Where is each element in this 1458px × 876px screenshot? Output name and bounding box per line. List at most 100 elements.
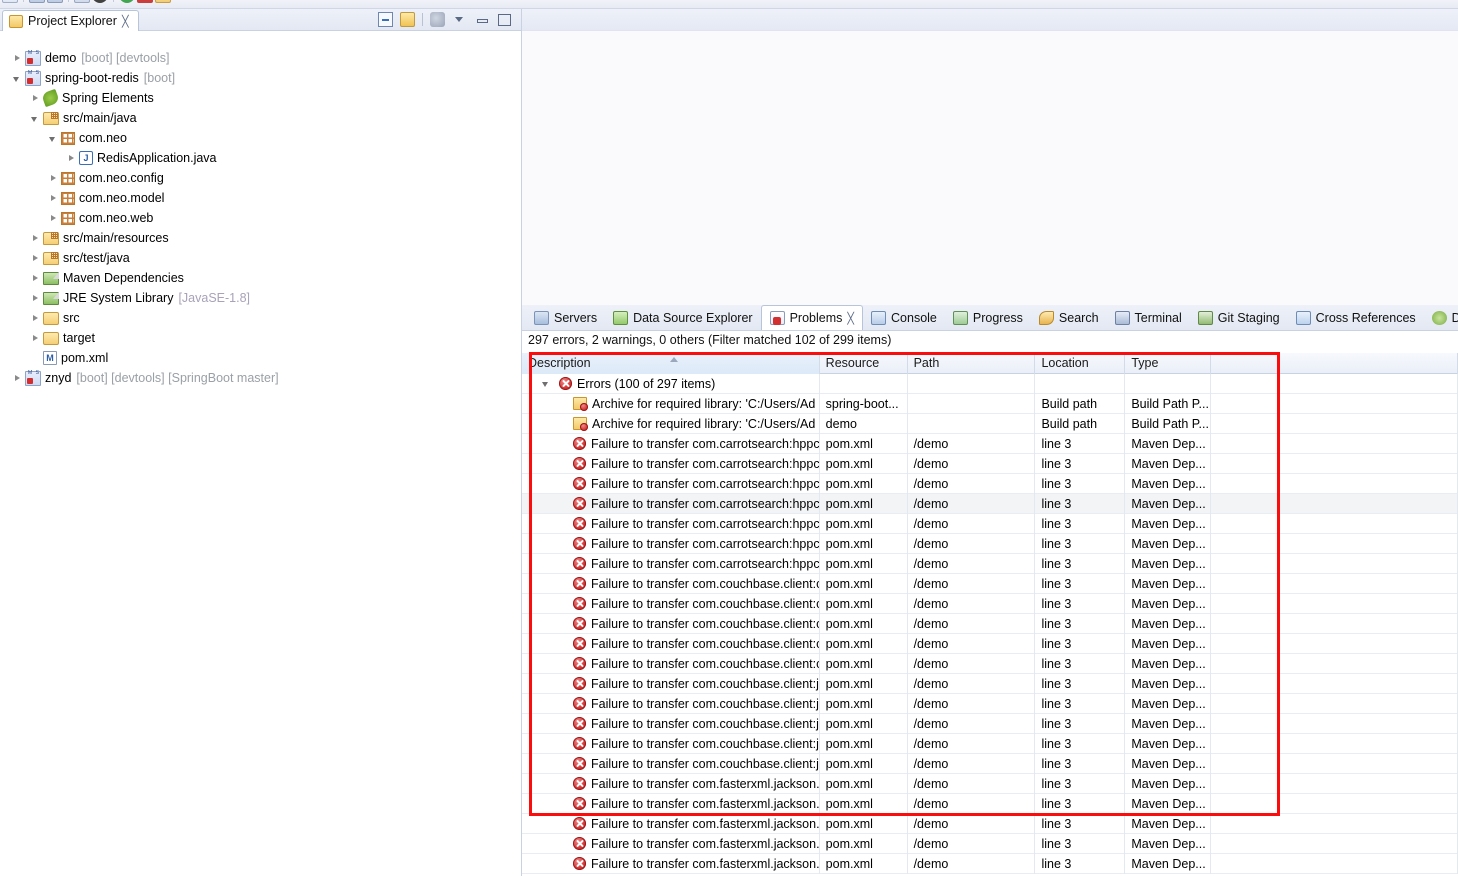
table-row[interactable]: Failure to transfer com.couchbase.client…	[522, 753, 1458, 774]
run-icon[interactable]	[119, 0, 135, 3]
expand-arrow-closed-icon[interactable]	[48, 213, 59, 224]
description-cell[interactable]: Failure to transfer com.fasterxml.jackso…	[522, 813, 820, 834]
stop-icon[interactable]	[137, 0, 153, 3]
tree-item[interactable]: J RedisApplication.java	[0, 148, 521, 168]
description-cell[interactable]: Failure to transfer com.carrotsearch:hpp…	[522, 493, 820, 514]
description-cell[interactable]: Failure to transfer com.couchbase.client…	[522, 753, 820, 774]
tab-terminal[interactable]: Terminal	[1107, 306, 1190, 330]
tree-item[interactable]: com.neo.config	[0, 168, 521, 188]
description-cell[interactable]: Failure to transfer com.fasterxml.jackso…	[522, 773, 820, 794]
description-cell[interactable]: Failure to transfer com.couchbase.client…	[522, 593, 820, 614]
print-icon[interactable]	[74, 0, 90, 3]
project-tree[interactable]: demo [boot] [devtools] spring-boot-redis [b…	[0, 40, 521, 876]
expand-arrow-closed-icon[interactable]	[12, 53, 23, 64]
description-cell[interactable]: Failure to transfer com.carrotsearch:hpp…	[522, 453, 820, 474]
column-header-type[interactable]: Type	[1125, 353, 1212, 374]
debug-icon[interactable]	[92, 0, 108, 3]
table-row[interactable]: Failure to transfer com.carrotsearch:hpp…	[522, 433, 1458, 454]
table-row[interactable]: Failure to transfer com.carrotsearch:hpp…	[522, 553, 1458, 574]
expand-arrow-open-icon[interactable]	[48, 133, 59, 144]
table-row[interactable]: Failure to transfer com.fasterxml.jackso…	[522, 793, 1458, 814]
expand-arrow-closed-icon[interactable]	[30, 313, 41, 324]
table-row[interactable]: Archive for required library: 'C:/Users/…	[522, 413, 1458, 434]
description-cell[interactable]: Failure to transfer com.couchbase.client…	[522, 673, 820, 694]
problems-group-row[interactable]: Errors (100 of 297 items)	[522, 373, 1458, 394]
table-row[interactable]: Failure to transfer com.fasterxml.jackso…	[522, 853, 1458, 874]
table-row[interactable]: Failure to transfer com.fasterxml.jackso…	[522, 833, 1458, 854]
tree-item[interactable]: src/test/java	[0, 248, 521, 268]
tab-servers[interactable]: Servers	[526, 306, 605, 330]
description-cell[interactable]: Failure to transfer com.couchbase.client…	[522, 653, 820, 674]
table-row[interactable]: Failure to transfer com.carrotsearch:hpp…	[522, 453, 1458, 474]
table-row[interactable]: Failure to transfer com.couchbase.client…	[522, 733, 1458, 754]
table-row[interactable]: Failure to transfer com.fasterxml.jackso…	[522, 773, 1458, 794]
table-row[interactable]: Failure to transfer com.carrotsearch:hpp…	[522, 513, 1458, 534]
column-header-description[interactable]: Description	[522, 353, 820, 374]
tab-problems[interactable]: Problems ╳	[760, 305, 864, 330]
table-row[interactable]: Archive for required library: 'C:/Users/…	[522, 393, 1458, 414]
tab-data-source-explorer[interactable]: Data Source Explorer	[605, 306, 761, 330]
column-header-resource[interactable]: Resource	[820, 353, 908, 374]
description-cell[interactable]: Failure to transfer com.couchbase.client…	[522, 573, 820, 594]
expand-arrow-closed-icon[interactable]	[12, 373, 23, 384]
tree-item[interactable]: Mpom.xml	[0, 348, 521, 368]
table-row[interactable]: Failure to transfer com.couchbase.client…	[522, 673, 1458, 694]
editor-tab-strip[interactable]	[522, 9, 1458, 31]
table-row[interactable]: Failure to transfer com.couchbase.client…	[522, 653, 1458, 674]
expand-arrow-open-icon[interactable]	[30, 113, 41, 124]
tab-search[interactable]: Search	[1031, 306, 1107, 330]
link-with-editor-icon[interactable]	[400, 12, 415, 27]
expand-arrow-open-icon[interactable]	[12, 73, 23, 84]
description-cell[interactable]: Archive for required library: 'C:/Users/…	[522, 393, 820, 414]
bottom-view-tab-row[interactable]: Servers Data Source Explorer Problems ╳ Cons…	[522, 305, 1458, 331]
expand-arrow-closed-icon[interactable]	[30, 253, 41, 264]
table-row[interactable]: Failure to transfer com.fasterxml.jackso…	[522, 813, 1458, 834]
description-cell[interactable]: Failure to transfer com.couchbase.client…	[522, 693, 820, 714]
description-cell[interactable]: Failure to transfer com.carrotsearch:hpp…	[522, 473, 820, 494]
expand-arrow-closed-icon[interactable]	[30, 233, 41, 244]
tab-cross-references[interactable]: Cross References	[1288, 306, 1424, 330]
description-cell[interactable]: Failure to transfer com.fasterxml.jackso…	[522, 833, 820, 854]
expand-arrow-closed-icon[interactable]	[48, 173, 59, 184]
column-header-location[interactable]: Location	[1035, 353, 1126, 374]
save-icon[interactable]	[29, 0, 45, 3]
tree-item[interactable]: src/main/resources	[0, 228, 521, 248]
tab-progress[interactable]: Progress	[945, 306, 1031, 330]
tree-item[interactable]: com.neo	[0, 128, 521, 148]
tree-item[interactable]: com.neo.model	[0, 188, 521, 208]
expand-arrow-open-icon[interactable]	[541, 378, 552, 389]
new-icon[interactable]	[2, 0, 18, 3]
table-row[interactable]: Failure to transfer com.couchbase.client…	[522, 593, 1458, 614]
description-cell[interactable]: Failure to transfer com.couchbase.client…	[522, 733, 820, 754]
tree-item[interactable]: znyd [boot] [devtools] [SpringBoot master…	[0, 368, 521, 388]
tab-git-staging[interactable]: Git Staging	[1190, 306, 1288, 330]
tree-item[interactable]: Maven Dependencies	[0, 268, 521, 288]
column-header-blank[interactable]	[1211, 353, 1458, 374]
table-row[interactable]: Failure to transfer com.couchbase.client…	[522, 613, 1458, 634]
description-cell[interactable]: Failure to transfer com.fasterxml.jackso…	[522, 853, 820, 874]
maximize-icon[interactable]	[496, 12, 511, 27]
description-cell[interactable]: Failure to transfer com.carrotsearch:hpp…	[522, 553, 820, 574]
save-all-icon[interactable]	[47, 0, 63, 3]
tree-item[interactable]: Spring Elements	[0, 88, 521, 108]
description-cell[interactable]: Failure to transfer com.fasterxml.jackso…	[522, 793, 820, 814]
table-row[interactable]: Failure to transfer com.carrotsearch:hpp…	[522, 533, 1458, 554]
tree-item[interactable]: demo [boot] [devtools]	[0, 48, 521, 68]
problems-table[interactable]: Description Resource Path Location Type Erro…	[522, 353, 1458, 876]
expand-arrow-closed-icon[interactable]	[30, 273, 41, 284]
view-menu-dots-icon[interactable]	[430, 12, 445, 27]
table-row[interactable]: Failure to transfer com.couchbase.client…	[522, 573, 1458, 594]
tree-item[interactable]: src/main/java	[0, 108, 521, 128]
table-row[interactable]: Failure to transfer com.couchbase.client…	[522, 713, 1458, 734]
problems-table-body[interactable]: Errors (100 of 297 items) Archive for req…	[522, 373, 1458, 874]
description-cell[interactable]: Failure to transfer com.couchbase.client…	[522, 633, 820, 654]
description-cell[interactable]: Failure to transfer com.couchbase.client…	[522, 713, 820, 734]
table-row[interactable]: Failure to transfer com.carrotsearch:hpp…	[522, 493, 1458, 514]
table-row[interactable]: Failure to transfer com.couchbase.client…	[522, 693, 1458, 714]
expand-arrow-closed-icon[interactable]	[30, 93, 41, 104]
main-toolbar[interactable]	[0, 0, 1458, 9]
expand-arrow-closed-icon[interactable]	[48, 193, 59, 204]
tree-item[interactable]: com.neo.web	[0, 208, 521, 228]
close-icon[interactable]: ╳	[122, 15, 129, 28]
table-row[interactable]: Failure to transfer com.carrotsearch:hpp…	[522, 473, 1458, 494]
